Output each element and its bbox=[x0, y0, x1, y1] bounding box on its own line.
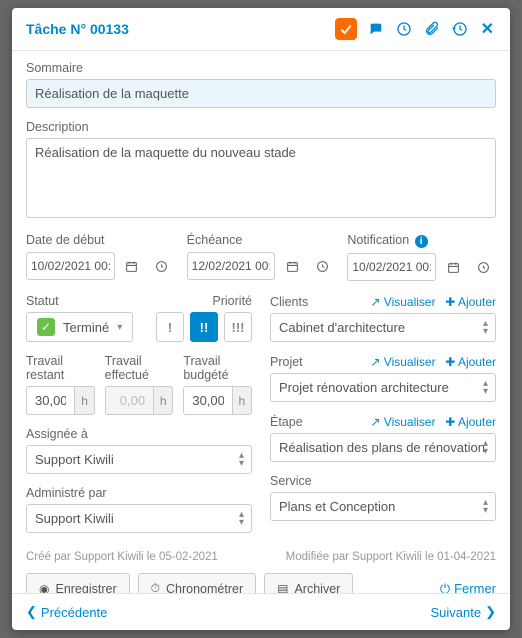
calendar-icon[interactable] bbox=[440, 252, 466, 282]
modal-title: Tâche N° 00133 bbox=[26, 21, 129, 37]
attachment-icon[interactable] bbox=[423, 20, 441, 38]
step-view-link[interactable]: ↗ Visualiser bbox=[370, 415, 435, 429]
project-view-link[interactable]: ↗ Visualiser bbox=[370, 355, 435, 369]
clock-icon[interactable] bbox=[395, 20, 413, 38]
time-icon[interactable] bbox=[309, 251, 335, 281]
calendar-icon[interactable] bbox=[279, 251, 305, 281]
unit-label: h bbox=[232, 386, 252, 415]
checkbox-icon[interactable] bbox=[335, 18, 357, 40]
next-link[interactable]: Suivante❯ bbox=[431, 604, 497, 620]
stopwatch-icon: ⏱ bbox=[151, 581, 160, 593]
client-select[interactable]: Cabinet d'architecture bbox=[270, 313, 496, 342]
archive-icon: ▤ bbox=[277, 582, 288, 594]
description-input[interactable] bbox=[26, 138, 496, 218]
client-view-link[interactable]: ↗ Visualiser bbox=[370, 295, 435, 309]
priority-group: ! !! !!! bbox=[156, 312, 252, 342]
history-icon[interactable] bbox=[451, 20, 469, 38]
chevron-down-icon: ▾ bbox=[117, 322, 122, 333]
status-value: Terminé bbox=[63, 320, 109, 335]
status-label: Statut bbox=[26, 294, 133, 308]
unit-label: h bbox=[74, 386, 94, 415]
priority-med[interactable]: !! bbox=[190, 312, 218, 342]
created-meta: Créé par Support Kiwili le 05-02-2021 bbox=[26, 551, 218, 563]
project-label: Projet bbox=[270, 355, 303, 369]
start-date-label: Date de début bbox=[26, 233, 175, 247]
step-label: Étape bbox=[270, 415, 303, 429]
prev-link[interactable]: ❮Précédente bbox=[26, 604, 107, 620]
modal-body: Sommaire Description Date de début Échéa… bbox=[12, 51, 510, 593]
client-label: Clients bbox=[270, 295, 308, 309]
timer-button[interactable]: ⏱Chronométrer bbox=[138, 573, 257, 593]
client-add-link[interactable]: ✚ Ajouter bbox=[445, 295, 496, 309]
service-select[interactable]: Plans et Conception bbox=[270, 492, 496, 521]
check-icon: ✓ bbox=[37, 318, 55, 336]
step-select[interactable]: Réalisation des plans de rénovation bbox=[270, 433, 496, 462]
description-label: Description bbox=[26, 120, 496, 134]
task-modal: Tâche N° 00133 ✕ Sommaire Description Da… bbox=[12, 8, 510, 630]
time-icon[interactable] bbox=[149, 251, 175, 281]
work-budget-label: Travail budgété bbox=[183, 354, 252, 382]
modal-header: Tâche N° 00133 ✕ bbox=[12, 8, 510, 51]
unit-label: h bbox=[153, 386, 173, 415]
close-icon[interactable]: ✕ bbox=[479, 19, 496, 39]
time-icon[interactable] bbox=[470, 252, 496, 282]
work-remaining-label: Travail restant bbox=[26, 354, 95, 382]
work-budget-input[interactable] bbox=[183, 386, 231, 415]
save-button[interactable]: ◉Enregistrer bbox=[26, 573, 130, 593]
admin-label: Administré par bbox=[26, 486, 252, 500]
step-add-link[interactable]: ✚ Ajouter bbox=[445, 415, 496, 429]
summary-input[interactable] bbox=[26, 79, 496, 108]
work-remaining-input[interactable] bbox=[26, 386, 74, 415]
info-icon[interactable]: i bbox=[415, 235, 428, 248]
start-date-input[interactable] bbox=[26, 252, 115, 280]
work-done-input bbox=[105, 386, 153, 415]
comments-icon[interactable] bbox=[367, 20, 385, 38]
calendar-icon[interactable] bbox=[119, 251, 145, 281]
check-circle-icon: ◉ bbox=[39, 582, 49, 594]
summary-label: Sommaire bbox=[26, 61, 496, 75]
service-label: Service bbox=[270, 474, 496, 488]
assignee-select[interactable]: Support Kiwili bbox=[26, 445, 252, 474]
work-done-label: Travail effectué bbox=[105, 354, 174, 382]
notif-date-input[interactable] bbox=[347, 253, 436, 281]
project-select[interactable]: Projet rénovation architecture bbox=[270, 373, 496, 402]
chevron-left-icon: ❮ bbox=[26, 604, 37, 620]
priority-high[interactable]: !!! bbox=[224, 312, 252, 342]
status-select[interactable]: ✓ Terminé ▾ bbox=[26, 312, 133, 342]
notif-date-label: Notification i bbox=[347, 233, 496, 248]
due-date-label: Échéance bbox=[187, 233, 336, 247]
priority-low[interactable]: ! bbox=[156, 312, 184, 342]
due-date-input[interactable] bbox=[187, 252, 276, 280]
power-icon: ⏻ bbox=[440, 581, 450, 594]
chevron-right-icon: ❯ bbox=[485, 604, 496, 620]
modal-footer: ❮Précédente Suivante❯ bbox=[12, 593, 510, 630]
header-actions: ✕ bbox=[335, 18, 496, 40]
archive-button[interactable]: ▤Archiver bbox=[264, 573, 353, 593]
modified-meta: Modifiée par Support Kiwili le 01-04-202… bbox=[286, 551, 496, 563]
admin-select[interactable]: Support Kiwili bbox=[26, 504, 252, 533]
assignee-label: Assignée à bbox=[26, 427, 252, 441]
priority-label: Priorité bbox=[156, 294, 252, 308]
close-link[interactable]: ⏻Fermer bbox=[440, 581, 496, 594]
project-add-link[interactable]: ✚ Ajouter bbox=[445, 355, 496, 369]
